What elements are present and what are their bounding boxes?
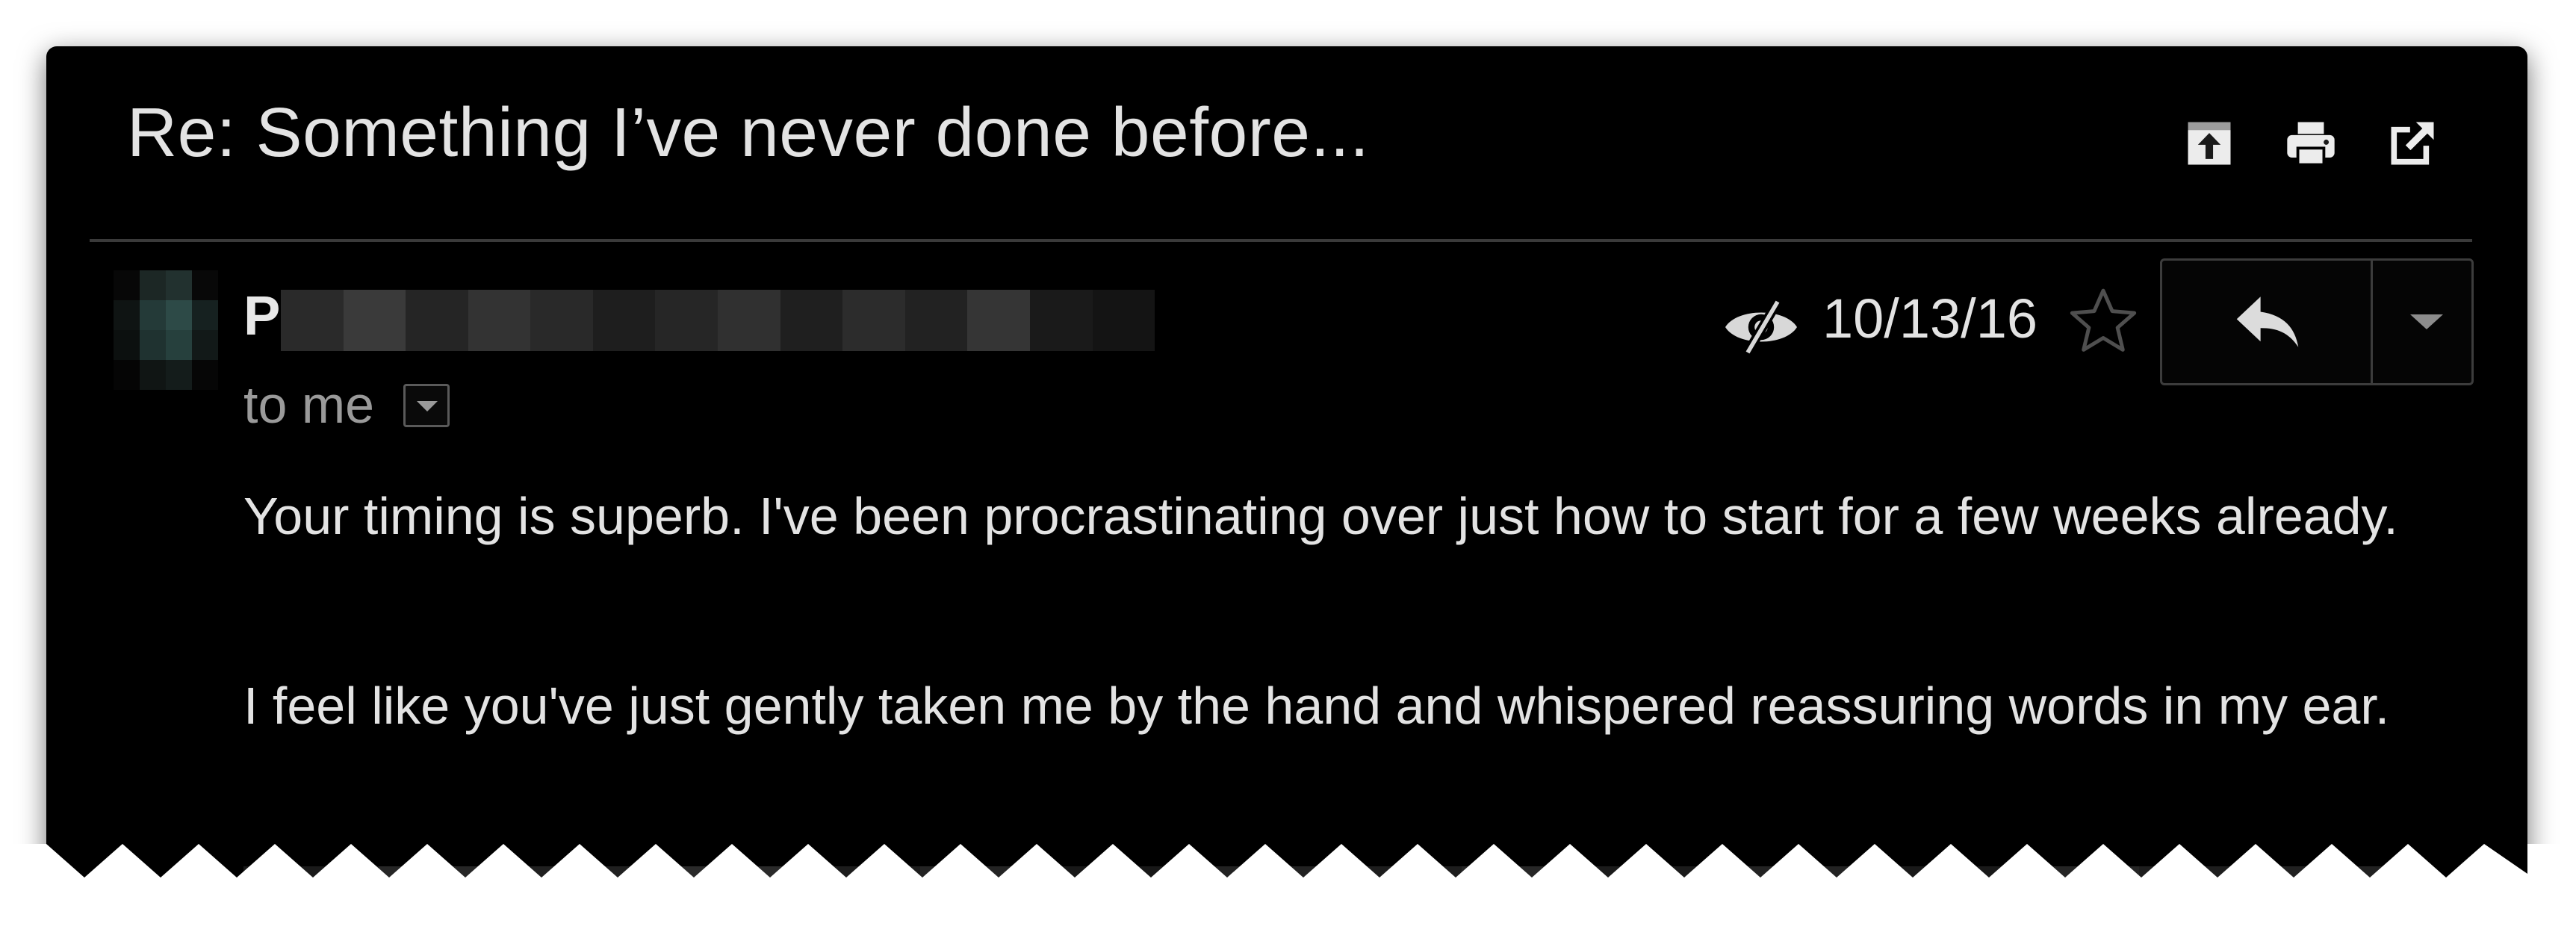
open-new-window-icon[interactable] <box>2384 115 2441 172</box>
sender-name-redacted <box>281 290 1155 351</box>
avatar[interactable] <box>114 270 218 390</box>
email-card: Re: Something I’ve never done before... <box>46 46 2527 902</box>
show-details-chevron-icon[interactable] <box>403 384 450 427</box>
email-body-paragraph: Your timing is superb. I've been procras… <box>243 487 2398 545</box>
sender-name[interactable]: P <box>243 284 280 347</box>
recipient-line: to me <box>243 376 375 434</box>
email-date[interactable]: 10/13/16 <box>1822 287 2037 350</box>
print-icon[interactable] <box>2282 115 2339 172</box>
hidden-eye-icon <box>1725 299 1797 355</box>
star-outline-icon[interactable] <box>2066 284 2141 358</box>
archive-up-icon[interactable] <box>2181 115 2238 172</box>
header-divider <box>90 239 2472 242</box>
email-subject: Re: Something I’ve never done before... <box>127 93 1370 171</box>
reply-arrow-icon <box>2236 296 2299 347</box>
more-actions-button[interactable] <box>2373 261 2471 383</box>
email-card-inner: Re: Something I’ve never done before... <box>46 46 2527 902</box>
reply-button-group <box>2160 258 2474 385</box>
reply-button[interactable] <box>2162 261 2373 383</box>
torn-edge <box>0 844 2576 941</box>
email-body-paragraph: I feel like you've just gently taken me … <box>243 677 2390 735</box>
screenshot-stage: Re: Something I’ve never done before... <box>0 0 2576 941</box>
